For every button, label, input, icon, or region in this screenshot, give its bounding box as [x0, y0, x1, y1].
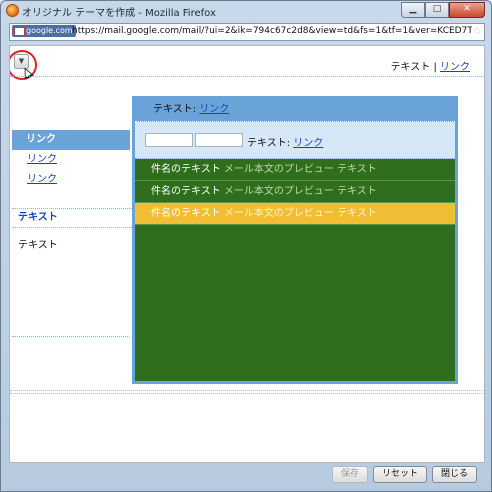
- nav-heading[interactable]: テキスト: [12, 208, 136, 228]
- mail-preview: メール本文のプレビュー テキスト: [223, 164, 377, 175]
- toolbar-label: テキスト: リンク: [247, 134, 323, 149]
- top-right-text: テキスト |: [390, 62, 440, 73]
- mail-preview: メール本文のプレビュー テキスト: [223, 208, 377, 219]
- nav-text: テキスト: [18, 240, 58, 251]
- mail-row-selected[interactable]: 件名のテキスト メール本文のプレビュー テキスト: [135, 203, 455, 225]
- divider: [10, 76, 484, 77]
- panel-header-link[interactable]: リンク: [199, 104, 229, 115]
- mail-row[interactable]: 件名のテキスト メール本文のプレビュー テキスト: [135, 181, 455, 203]
- nav-item-3[interactable]: リンク: [12, 170, 130, 190]
- title-bar: オリジナル テーマを作成 - Mozilla Firefox ▁ □ ✕: [1, 1, 491, 19]
- toolbar-button-1[interactable]: [145, 133, 193, 147]
- mail-row[interactable]: 件名のテキスト メール本文のプレビュー テキスト: [135, 159, 455, 181]
- site-identity-badge[interactable]: google.com: [12, 25, 76, 37]
- mail-preview: メール本文のプレビュー テキスト: [223, 186, 377, 197]
- theme-preview-page: ▼ テキスト | リンク リンク リンク リンク テキスト テキスト テキスト:…: [9, 45, 485, 463]
- nav-item-1[interactable]: リンク: [12, 130, 130, 150]
- browser-window: オリジナル テーマを作成 - Mozilla Firefox ▁ □ ✕ goo…: [0, 0, 492, 492]
- gmail-icon: [14, 27, 25, 36]
- toolbar-button-2[interactable]: [195, 133, 243, 147]
- maximize-button[interactable]: □: [425, 2, 449, 18]
- message-panel: テキスト: リンク テキスト: リンク 件名のテキスト メール本文のプレビュー …: [132, 96, 458, 384]
- bottom-divider: [10, 390, 484, 394]
- toolbar-text: テキスト:: [247, 138, 294, 149]
- nav-item-2[interactable]: リンク: [12, 150, 130, 170]
- minimize-button[interactable]: ▁: [401, 2, 425, 18]
- url-text[interactable]: https://mail.google.com/mail/?ui=2&ik=79…: [72, 25, 472, 38]
- address-bar[interactable]: google.com https://mail.google.com/mail/…: [9, 23, 485, 41]
- top-right-link[interactable]: リンク: [440, 62, 470, 73]
- site-label: google.com: [26, 26, 73, 35]
- dialog-buttons: 保存 リセット 閉じる: [331, 466, 477, 483]
- left-nav: リンク リンク リンク: [12, 130, 130, 190]
- reset-button[interactable]: リセット: [372, 466, 427, 483]
- panel-header-text: テキスト:: [153, 104, 200, 115]
- window-controls: ▁ □ ✕: [401, 2, 485, 18]
- close-button[interactable]: 閉じる: [431, 466, 477, 483]
- firefox-icon: [6, 4, 19, 17]
- nav-divider: [12, 336, 130, 337]
- top-right-links: テキスト | リンク: [391, 58, 470, 73]
- mail-subject: 件名のテキスト: [151, 186, 221, 197]
- bookmark-star-icon[interactable]: ☆: [472, 24, 482, 37]
- mail-subject: 件名のテキスト: [151, 164, 221, 175]
- panel-toolbar: テキスト: リンク: [135, 122, 455, 159]
- window-title: オリジナル テーマを作成 - Mozilla Firefox: [22, 8, 216, 19]
- toolbar-link[interactable]: リンク: [293, 138, 323, 149]
- save-button[interactable]: 保存: [331, 466, 368, 483]
- close-window-button[interactable]: ✕: [449, 2, 485, 18]
- mail-subject: 件名のテキスト: [151, 208, 221, 219]
- panel-header: テキスト: リンク: [135, 99, 455, 122]
